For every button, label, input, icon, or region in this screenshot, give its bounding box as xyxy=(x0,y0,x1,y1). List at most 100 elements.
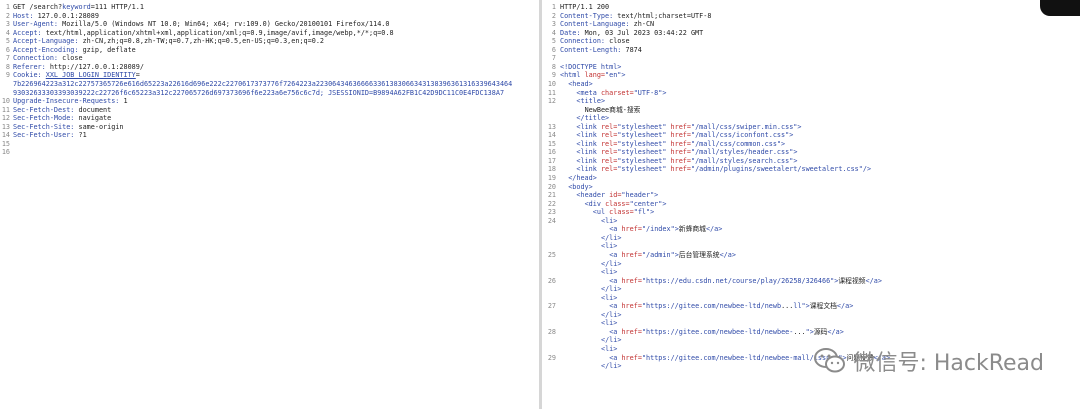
code-token: =B9894A62FB1C42D9DC11C0E4FDC138A7 xyxy=(369,88,505,97)
line-number: 22 xyxy=(547,199,556,208)
code-token: <li> xyxy=(601,345,618,353)
code-token: <!DOCTYPE html> xyxy=(560,62,622,71)
code-token: "https://edu.csdn.net/course/play/26258/… xyxy=(641,276,835,285)
request-editor[interactable]: 1 GET /search?keyword=111 HTTP/1.1 2 Host: … xyxy=(0,0,540,409)
code-token: HTTP/1.1 200 xyxy=(560,3,610,11)
code-token: href= xyxy=(670,131,691,140)
response-line: 10 <head> xyxy=(542,80,1080,89)
wechat-icon xyxy=(814,348,846,373)
line-number: 16 xyxy=(547,148,556,157)
code-token: "stylesheet" xyxy=(617,156,671,165)
code-text: <!DOCTYPE html> xyxy=(560,63,621,72)
code-token: href= xyxy=(621,276,642,285)
code-token: ?1 xyxy=(78,131,87,140)
code-text: <li> xyxy=(601,268,617,277)
code-text: <li> xyxy=(601,319,617,328)
response-line: 17 <link rel="stylesheet" href="/mall/sty… xyxy=(542,157,1080,166)
code-token: "stylesheet" xyxy=(617,139,671,148)
code-token: <li> xyxy=(601,216,618,225)
request-line: 14 Sec-Fetch-User: ?1 xyxy=(0,131,540,140)
request-line: 15 xyxy=(0,140,540,149)
code-token: </li> xyxy=(601,362,622,371)
line-number: 14 xyxy=(1,131,10,140)
response-line: 9 <html lang="en"> xyxy=(542,71,1080,80)
line-number: 9 xyxy=(551,71,556,80)
response-line: 22 <div class="center"> xyxy=(542,200,1080,209)
code-text: Content-Language: zh-CN xyxy=(560,20,654,29)
code-token: <link xyxy=(576,156,601,165)
line-number: 13 xyxy=(1,122,10,131)
request-line: 6 Accept-Encoding: gzip, deflate xyxy=(0,46,540,55)
code-token: <a xyxy=(609,250,622,259)
code-token: <body> xyxy=(568,182,593,191)
line-number: 6 xyxy=(5,45,10,54)
code-token: Accept-Language: xyxy=(13,37,83,46)
code-token: > xyxy=(781,139,786,148)
code-token: <a xyxy=(609,327,622,336)
response-line: 27 <a href="https://gitee.com/newbee-ltd/… xyxy=(542,302,1080,311)
request-line: 9 Cookie: XXL_JOB_LOGIN_IDENTITY= xyxy=(0,71,540,80)
code-text: <link rel="stylesheet" href="/mall/style… xyxy=(576,148,797,157)
code-token: "en" xyxy=(605,71,622,80)
line-number: 15 xyxy=(547,139,556,148)
code-token: > xyxy=(654,191,659,200)
code-token: =111 HTTP/1.1 xyxy=(90,3,144,11)
code-token: </head> xyxy=(568,174,597,182)
response-line: 26 <a href="https://edu.csdn.net/course/p… xyxy=(542,277,1080,286)
code-text: <link rel="stylesheet" href="/mall/css/s… xyxy=(576,123,801,132)
line-number: 7 xyxy=(551,54,556,63)
code-token: "/mall/css/swiper.min.css" xyxy=(691,122,798,131)
code-token: "fl" xyxy=(633,208,651,217)
code-token: <meta xyxy=(576,88,601,97)
watermark-text: 微信号: HackRead xyxy=(853,351,1044,376)
code-token: <link xyxy=(576,165,601,174)
code-token: href= xyxy=(670,139,691,148)
code-token: NewBee商城-搜索 xyxy=(584,105,641,114)
code-text: <a href="https://gitee.com/newbee-ltd/ne… xyxy=(609,302,853,311)
line-number: 2 xyxy=(551,11,556,20)
response-line: 21 <header id="header"> xyxy=(542,191,1080,200)
code-token: class= xyxy=(605,199,630,208)
code-text: <link rel="stylesheet" href="/mall/css/i… xyxy=(576,131,793,140)
code-text: <link rel="stylesheet" href="/mall/style… xyxy=(576,157,797,166)
code-text: NewBee商城-搜索 xyxy=(585,106,641,115)
line-number: 27 xyxy=(547,302,556,311)
line-number: 15 xyxy=(1,139,10,148)
code-token: Cookie: xyxy=(13,71,46,80)
line-number: 24 xyxy=(547,216,556,225)
code-token: > xyxy=(662,199,667,208)
code-token: "https://gitee.com/newbee-ltd/newb xyxy=(641,302,782,311)
code-token: 1 xyxy=(123,97,128,106)
request-line: 12 Sec-Fetch-Mode: navigate xyxy=(0,114,540,123)
code-text: <a href="/admin">后台管理系统</a> xyxy=(609,251,736,260)
line-number: 3 xyxy=(551,20,556,29)
code-token: = xyxy=(135,71,140,80)
response-line: 28 <a href="https://gitee.com/newbee-ltd/… xyxy=(542,328,1080,337)
request-line: 93032633303393039222c22726f6c65223a312c2… xyxy=(0,89,540,98)
code-token: 7b226964223a312c22757365726e616d65223a22… xyxy=(13,79,513,88)
code-token: > xyxy=(797,122,802,131)
code-token: "https://gitee.com/newbee-ltd/newbee- xyxy=(641,327,794,336)
code-token: ... xyxy=(793,327,806,336)
code-token: zh-CN xyxy=(633,20,655,29)
code-token: </li> xyxy=(601,285,622,294)
line-number: 20 xyxy=(547,182,556,191)
code-token: <a xyxy=(609,225,622,234)
code-text: </li> xyxy=(601,311,621,320)
request-line: 10 Upgrade-Insecure-Requests: 1 xyxy=(0,97,540,106)
request-line: 11 Sec-Fetch-Dest: document xyxy=(0,106,540,115)
line-number: 21 xyxy=(547,191,556,200)
code-token: document xyxy=(78,105,112,114)
code-text: GET /search?keyword=111 HTTP/1.1 xyxy=(13,3,144,12)
line-number: 14 xyxy=(547,131,556,140)
code-token: "/admin" xyxy=(641,250,675,259)
code-token: close xyxy=(62,54,83,63)
code-token: Accept: xyxy=(13,28,46,37)
code-text: <ul class="fl"> xyxy=(593,208,654,217)
code-token: keyword xyxy=(62,3,91,11)
code-token: rel= xyxy=(600,139,618,148)
code-text: Content-Length: 7874 xyxy=(560,46,642,55)
response-line: 14 <link rel="stylesheet" href="/mall/css… xyxy=(542,131,1080,140)
response-line: <li> xyxy=(542,268,1080,277)
line-number: 10 xyxy=(1,97,10,106)
